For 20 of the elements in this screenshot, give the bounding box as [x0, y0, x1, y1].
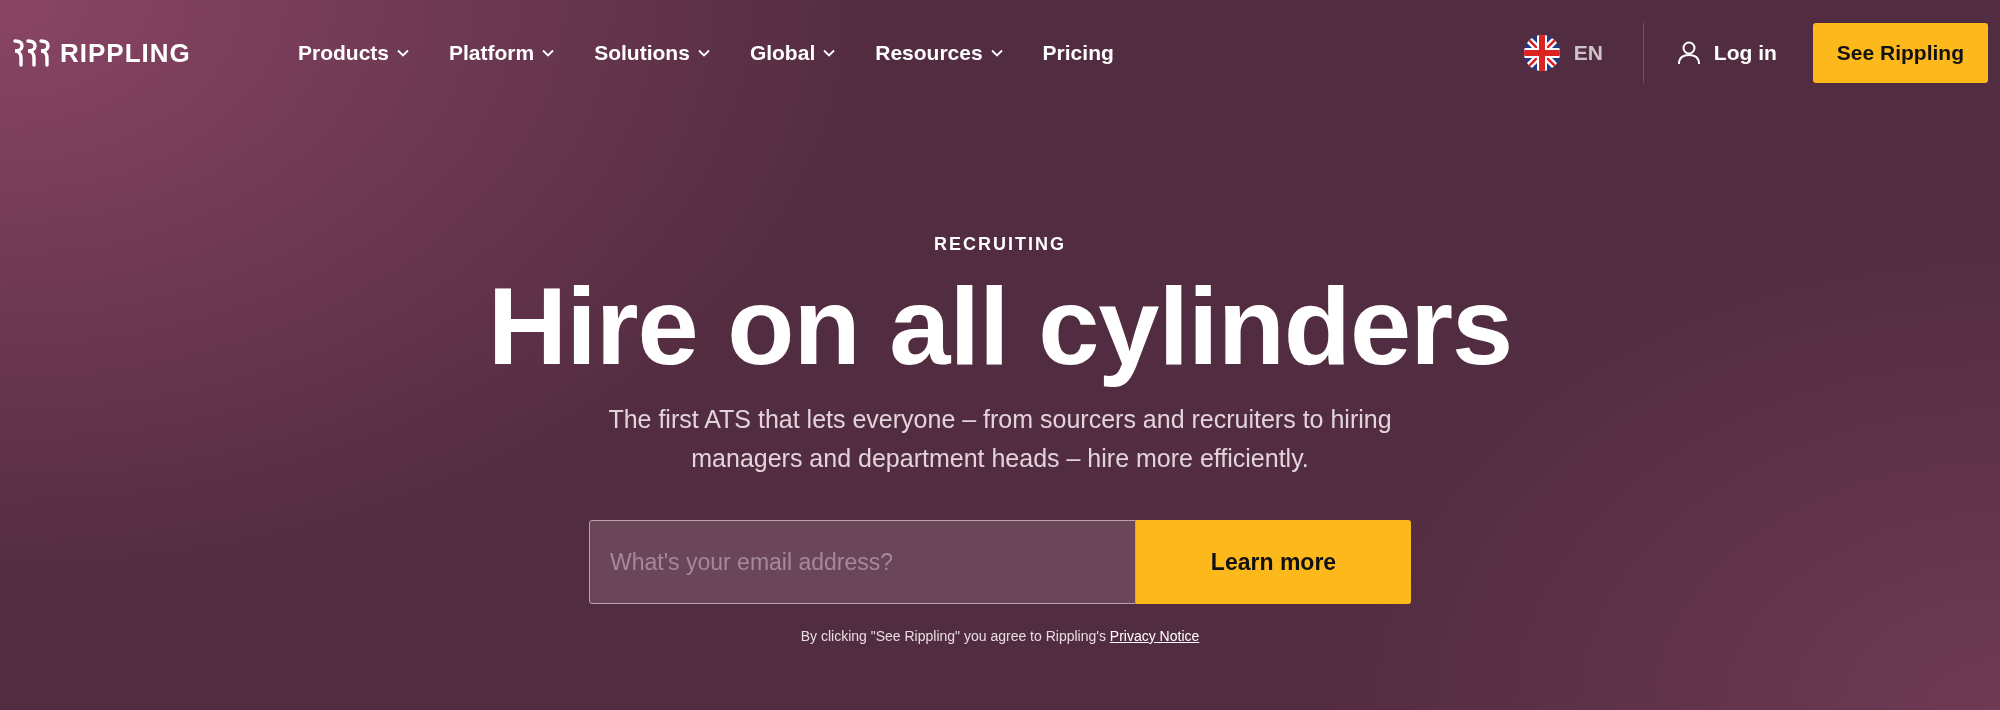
nav-item[interactable]: Pricing	[1042, 41, 1114, 65]
subtitle: The first ATS that lets everyone – from sourcers and recruiters to hiring managers and department heads – hire more efficiently.	[607, 404, 1393, 474]
flag-icon	[1523, 35, 1560, 71]
eyebrow-label: RECRUITING	[934, 234, 1066, 255]
user-icon	[1677, 41, 1700, 65]
logo-wordmark: RIPPLING	[60, 37, 191, 69]
email-field[interactable]: What's your email address?	[589, 520, 1136, 604]
nav-item[interactable]: Products	[298, 41, 409, 65]
disclaimer-text: By clicking "See Rippling" you agree to Rippling's	[800, 628, 1106, 644]
nav-item[interactable]: Resources	[875, 41, 1003, 65]
logo-icon	[12, 39, 50, 67]
see-rippling-button[interactable]: See Rippling	[1812, 23, 1988, 83]
language-selector[interactable]: EN	[1523, 23, 1644, 83]
nav-item[interactable]: Platform	[449, 41, 555, 65]
headline: Hire on all cylinders	[487, 265, 1513, 386]
nav-item[interactable]: Global	[749, 41, 836, 65]
login-link[interactable]: Log in	[1677, 41, 1777, 65]
privacy-link[interactable]: Privacy Notice	[1109, 628, 1200, 644]
learn-more-button[interactable]: Learn more	[1136, 520, 1411, 604]
nav-item[interactable]: Solutions	[594, 41, 710, 65]
